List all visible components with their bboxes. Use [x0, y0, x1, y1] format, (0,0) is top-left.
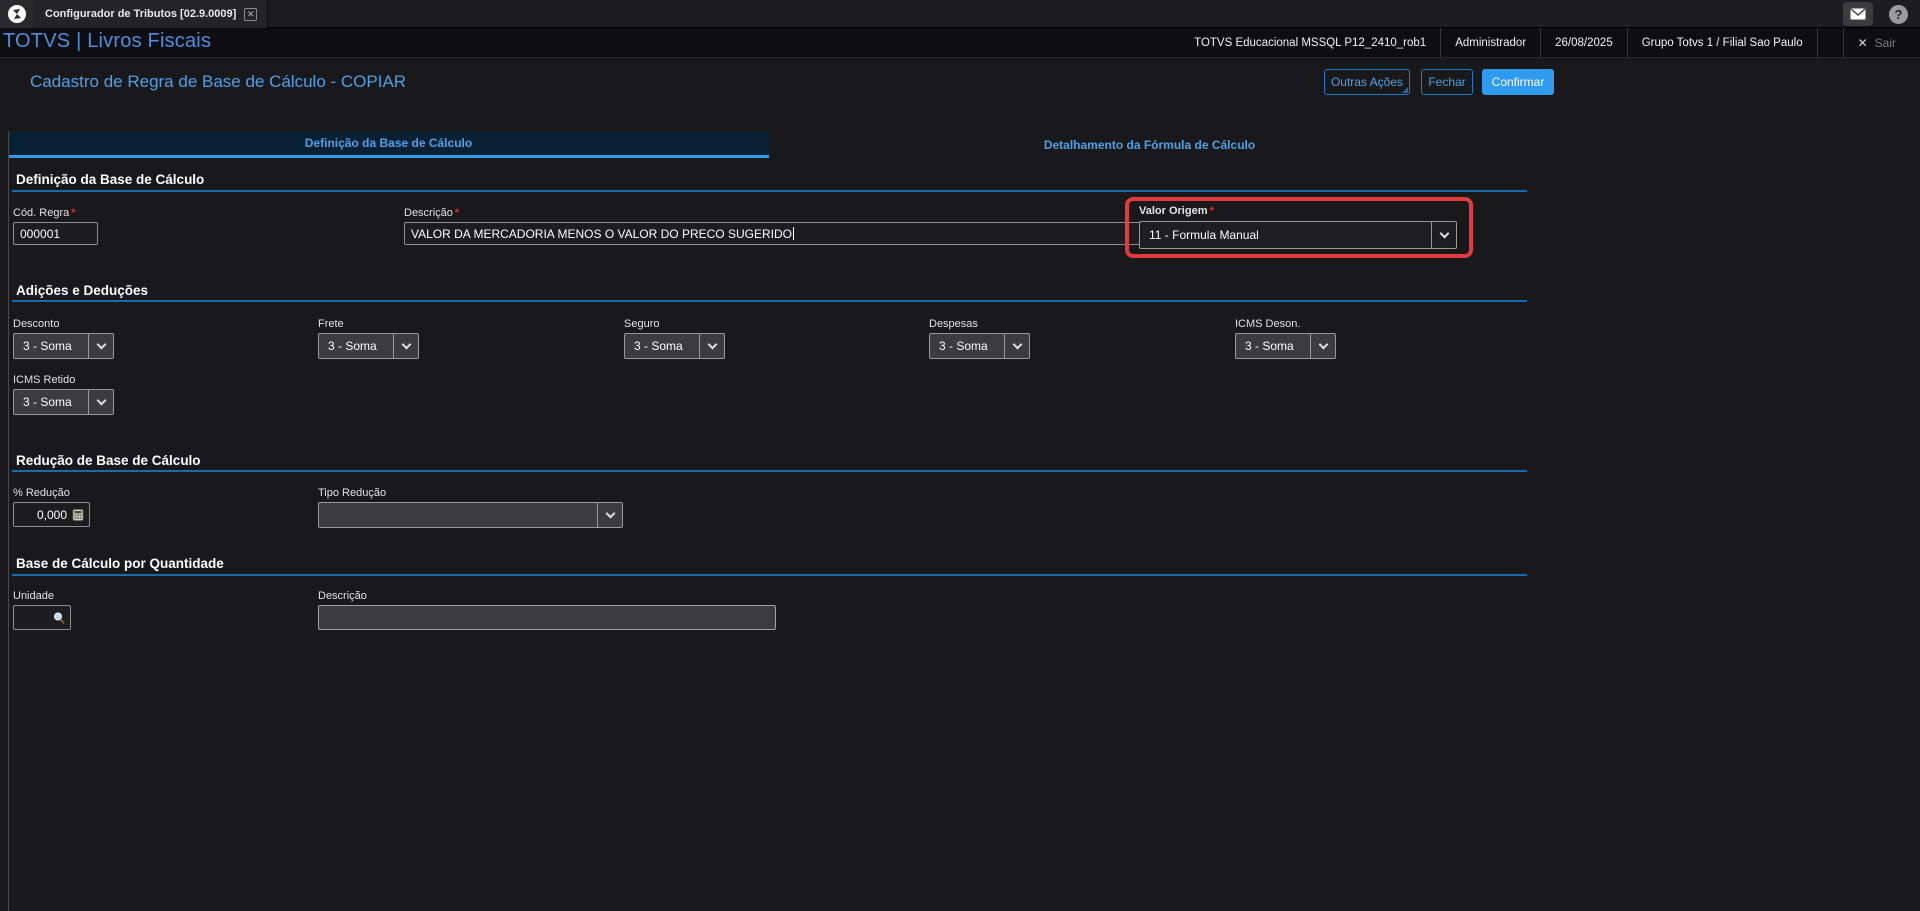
- seguro-label: Seguro: [624, 318, 660, 330]
- logout-button[interactable]: ✕ Sair: [1842, 28, 1910, 58]
- valor-origem-select[interactable]: 11 - Formula Manual: [1139, 221, 1457, 249]
- icms-retido-value: 3 - Soma: [23, 395, 72, 409]
- cod-regra-label: Cód. Regra *: [13, 207, 76, 219]
- despesas-label: Despesas: [929, 318, 978, 330]
- frete-select[interactable]: 3 - Soma: [318, 333, 419, 359]
- pct-reducao-value: 0,000: [36, 507, 67, 522]
- valor-origem-label: Valor Origem *: [1139, 205, 1214, 217]
- calculator-icon[interactable]: [71, 508, 85, 522]
- chevron-down-icon: [88, 334, 113, 358]
- window-tab-bar: Configurador de Tributos [02.9.0009] ✕ ?: [0, 0, 1920, 28]
- search-icon[interactable]: [52, 611, 66, 625]
- close-button-label: Fechar: [1428, 75, 1466, 89]
- logout-x-icon: ✕: [1857, 36, 1868, 50]
- tipo-reducao-label: Tipo Redução: [318, 487, 387, 499]
- descricao-value: VALOR DA MERCADORIA MENOS O VALOR DO PRE…: [411, 226, 792, 241]
- seguro-value: 3 - Soma: [634, 339, 683, 353]
- descricao-input[interactable]: VALOR DA MERCADORIA MENOS O VALOR DO PRE…: [404, 222, 1160, 245]
- seguro-select[interactable]: 3 - Soma: [624, 333, 725, 359]
- environment-info: TOTVS Educacional MSSQL P12_2410_rob1 Ad…: [1180, 28, 1910, 58]
- tipo-reducao-value: [319, 503, 597, 527]
- pct-reducao-input[interactable]: 0,000: [13, 502, 90, 527]
- icms-retido-label: ICMS Retido: [13, 374, 76, 386]
- chevron-down-icon: [1431, 222, 1456, 248]
- frete-value: 3 - Soma: [328, 339, 377, 353]
- totvs-logo: [0, 0, 33, 28]
- user-name: Administrador: [1440, 28, 1540, 58]
- icms-deson-label: ICMS Deson.: [1235, 318, 1301, 330]
- system-date: 26/08/2025: [1540, 28, 1627, 58]
- required-asterisk: *: [1209, 205, 1214, 217]
- logout-label: Sair: [1874, 36, 1896, 50]
- section-rule: [12, 300, 1527, 302]
- section-title-quantidade: Base de Cálculo por Quantidade: [16, 556, 224, 571]
- section-title-reducao: Redução de Base de Cálculo: [16, 453, 201, 468]
- cod-regra-input[interactable]: 000001: [13, 222, 98, 245]
- tab-detalhamento-formula[interactable]: Detalhamento da Fórmula de Cálculo: [769, 131, 1530, 158]
- company-branch: Grupo Totvs 1 / Filial Sao Paulo: [1626, 28, 1817, 58]
- quantidade-descricao-input[interactable]: [318, 605, 776, 630]
- close-icon[interactable]: ✕: [244, 7, 258, 21]
- tab-definicao-base-calculo[interactable]: Definição da Base de Cálculo: [8, 131, 769, 158]
- app-tab-title: Configurador de Tributos [02.9.0009]: [45, 8, 237, 20]
- chevron-down-icon: [393, 334, 418, 358]
- tab-strip: Definição da Base de Cálculo Detalhament…: [8, 131, 1530, 158]
- application-window: Configurador de Tributos [02.9.0009] ✕ ?…: [0, 0, 1920, 911]
- icms-deson-select[interactable]: 3 - Soma: [1235, 333, 1336, 359]
- cod-regra-value: 000001: [20, 226, 61, 241]
- icms-deson-value: 3 - Soma: [1245, 339, 1294, 353]
- environment-name: TOTVS Educacional MSSQL P12_2410_rob1: [1194, 37, 1427, 49]
- totvs-logo-icon: [7, 5, 26, 23]
- dropdown-corner-icon: [1402, 87, 1408, 93]
- section-rule: [12, 470, 1527, 472]
- confirm-button[interactable]: Confirmar: [1482, 69, 1554, 95]
- required-asterisk: *: [454, 207, 460, 219]
- other-actions-button[interactable]: Outras Ações: [1324, 69, 1410, 95]
- section-rule: [12, 574, 1527, 576]
- header-spacer-cell: [1816, 28, 1843, 58]
- desconto-label: Desconto: [13, 318, 60, 330]
- chevron-down-icon: [88, 390, 113, 414]
- unidade-label: Unidade: [13, 590, 54, 602]
- desconto-select[interactable]: 3 - Soma: [13, 333, 114, 359]
- mail-icon: [1850, 8, 1866, 20]
- frete-label: Frete: [318, 318, 344, 330]
- other-actions-label: Outras Ações: [1330, 75, 1404, 89]
- quantidade-descricao-label: Descrição: [318, 590, 367, 602]
- pct-reducao-label: % Redução: [13, 487, 70, 499]
- despesas-select[interactable]: 3 - Soma: [929, 333, 1030, 359]
- desconto-value: 3 - Soma: [23, 339, 72, 353]
- brand-title: TOTVS | Livros Fiscais: [3, 30, 212, 52]
- chevron-down-icon: [1310, 334, 1335, 358]
- section-rule: [12, 190, 1527, 192]
- chevron-down-icon: [1004, 334, 1029, 358]
- page-title: Cadastro de Regra de Base de Cálculo - C…: [30, 72, 407, 91]
- help-icon[interactable]: ?: [1889, 4, 1908, 24]
- app-tab[interactable]: Configurador de Tributos [02.9.0009] ✕: [33, 0, 269, 28]
- required-asterisk: *: [71, 207, 76, 219]
- unidade-input[interactable]: [13, 605, 71, 630]
- text-cursor: [792, 227, 794, 240]
- section-title-definicao: Definição da Base de Cálculo: [16, 172, 205, 187]
- section-title-adicoes: Adições e Deduções: [16, 283, 149, 298]
- header-bar: TOTVS | Livros Fiscais TOTVS Educacional…: [0, 28, 1920, 58]
- despesas-value: 3 - Soma: [939, 339, 988, 353]
- top-icon-group: ?: [1843, 2, 1908, 26]
- tipo-reducao-select[interactable]: [318, 502, 623, 528]
- icms-retido-select[interactable]: 3 - Soma: [13, 389, 114, 415]
- mail-button[interactable]: [1843, 2, 1873, 26]
- valor-origem-value: 11 - Formula Manual: [1149, 228, 1259, 242]
- descricao-label: Descrição *: [404, 207, 460, 219]
- panel-left-edge: [8, 131, 9, 911]
- chevron-down-icon: [597, 503, 622, 527]
- confirm-button-label: Confirmar: [1491, 75, 1545, 89]
- chevron-down-icon: [699, 334, 724, 358]
- close-button[interactable]: Fechar: [1421, 69, 1473, 95]
